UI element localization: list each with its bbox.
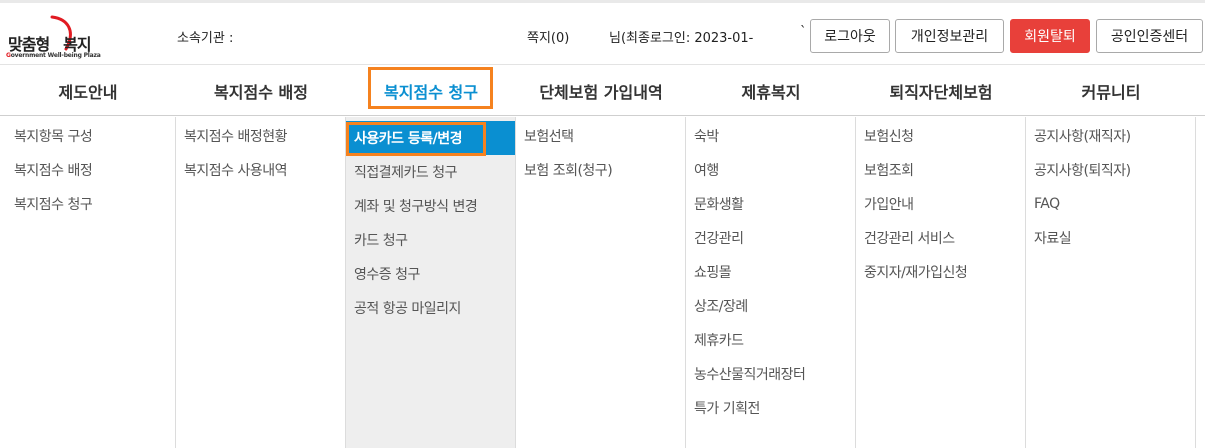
submenu-item[interactable]: 가입안내 — [850, 191, 1019, 217]
submenu-item[interactable]: 농수산물직거래장터 — [680, 361, 849, 387]
nav-item-community[interactable]: 커뮤니티 — [1026, 65, 1196, 117]
submenu-item[interactable]: 건강관리 — [680, 225, 849, 251]
submenu-item[interactable]: 제휴카드 — [680, 327, 849, 353]
profile-management-button[interactable]: 개인정보관리 — [895, 19, 1004, 53]
submenu-item[interactable]: 보험 조회(청구) — [510, 157, 679, 183]
submenu-column-group-insurance: 보험선택 보험 조회(청구) — [516, 117, 686, 448]
certificate-center-button[interactable]: 공인인증센터 — [1096, 19, 1203, 53]
submenu-item[interactable]: 공적 항공 마일리지 — [340, 295, 509, 321]
nav-item-points-allocation[interactable]: 복지점수 배정 — [176, 65, 346, 117]
submenu-item[interactable]: FAQ — [1020, 191, 1189, 217]
submenu-item[interactable]: 카드 청구 — [340, 227, 509, 253]
withdraw-membership-button[interactable]: 회원탈퇴 — [1010, 19, 1090, 53]
org-label: 소속기관 : — [177, 31, 234, 46]
submenu-item[interactable]: 계좌 및 청구방식 변경 — [340, 193, 509, 219]
submenu-item[interactable]: 보험조회 — [850, 157, 1019, 183]
message-count-link[interactable]: 쪽지(0) — [527, 27, 569, 46]
submenu-item[interactable]: 공지사항(퇴직자) — [1020, 157, 1189, 183]
submenu-column-retiree-insurance: 보험신청 보험조회 가입안내 건강관리 서비스 중지자/재가입신청 — [856, 117, 1026, 448]
submenu-column-partner-welfare: 숙박 여행 문화생활 건강관리 쇼핑몰 상조/장례 제휴카드 농수산물직거래장터… — [686, 117, 856, 448]
submenu-item[interactable]: 쇼핑몰 — [680, 259, 849, 285]
submenu-item[interactable]: 보험신청 — [850, 123, 1019, 149]
submenu-item[interactable]: 문화생활 — [680, 191, 849, 217]
submenu-item[interactable]: 중지자/재가입신청 — [850, 259, 1019, 285]
submenu-item[interactable]: 영수증 청구 — [340, 261, 509, 287]
submenu-column-points-claim: 사용카드 등록/변경 직접결제카드 청구 계좌 및 청구방식 변경 카드 청구 … — [346, 117, 516, 448]
submenu-item[interactable]: 복지점수 배정현황 — [170, 123, 339, 149]
last-login-info: 님(최종로그인: 2023-01- — [609, 31, 754, 46]
nav-item-system-guide[interactable]: 제도안내 — [0, 65, 176, 117]
submenu-column-system-guide: 복지항목 구성 복지점수 배정 복지점수 청구 — [0, 117, 176, 448]
submenu-column-points-allocation: 복지점수 배정현황 복지점수 사용내역 — [176, 117, 346, 448]
submenu-item[interactable]: 공지사항(재직자) — [1020, 123, 1189, 149]
logo-subtitle: Government Well-being Plaza — [6, 52, 101, 59]
submenu-item[interactable]: 복지점수 사용내역 — [170, 157, 339, 183]
submenu-item[interactable]: 복지항목 구성 — [0, 123, 175, 149]
submenu-item[interactable]: 여행 — [680, 157, 849, 183]
submenu-item[interactable]: 상조/장례 — [680, 293, 849, 319]
nav-item-group-insurance[interactable]: 단체보험 가입내역 — [516, 65, 686, 117]
submenu-column-community: 공지사항(재직자) 공지사항(퇴직자) FAQ 자료실 — [1026, 117, 1196, 448]
nav-item-retiree-insurance[interactable]: 퇴직자단체보험 — [856, 65, 1026, 117]
mega-menu: 복지항목 구성 복지점수 배정 복지점수 청구 복지점수 배정현황 복지점수 사… — [0, 117, 1205, 448]
submenu-item[interactable]: 숙박 — [680, 123, 849, 149]
main-nav: 제도안내 복지점수 배정 복지점수 청구 단체보험 가입내역 제휴복지 퇴직자단… — [0, 64, 1205, 116]
nav-item-partner-welfare[interactable]: 제휴복지 — [686, 65, 856, 117]
logout-button[interactable]: 로그아웃 — [810, 19, 890, 53]
submenu-item[interactable]: 복지점수 배정 — [0, 157, 175, 183]
submenu-item[interactable]: 자료실 — [1020, 225, 1189, 251]
submenu-item[interactable]: 복지점수 청구 — [0, 191, 175, 217]
tick-mark: ` — [800, 25, 807, 40]
submenu-item[interactable]: 건강관리 서비스 — [850, 225, 1019, 251]
submenu-highlight-box — [346, 122, 486, 156]
submenu-item[interactable]: 직접결제카드 청구 — [340, 159, 509, 185]
nav-highlight-box — [368, 67, 493, 109]
submenu-item[interactable]: 보험선택 — [510, 123, 679, 149]
submenu-item[interactable]: 특가 기획전 — [680, 395, 849, 421]
brand-logo[interactable]: 맞춤형 복지 Government Well-being Plaza — [6, 11, 106, 59]
top-bar: 맞춤형 복지 Government Well-being Plaza 소속기관 :… — [0, 0, 1205, 64]
